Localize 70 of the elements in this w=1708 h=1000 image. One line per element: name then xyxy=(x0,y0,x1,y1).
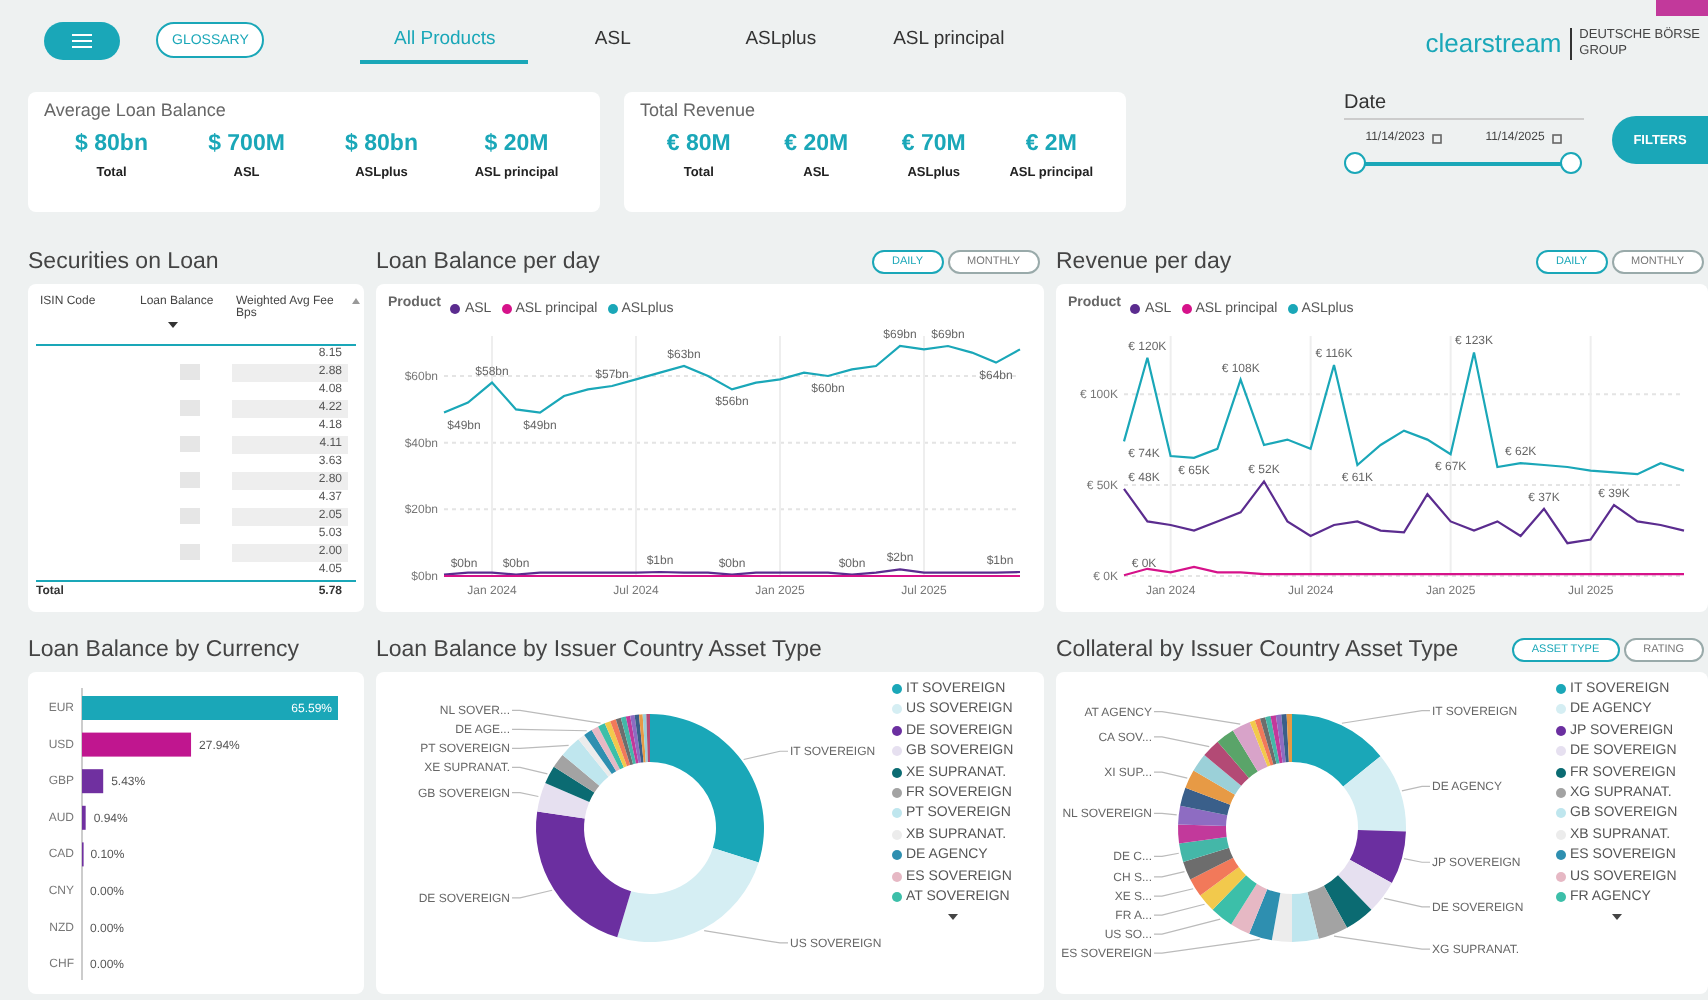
donut-slice xyxy=(1343,756,1406,832)
slider-thumb[interactable] xyxy=(1560,152,1582,174)
kpi-value: $ 700M xyxy=(208,132,285,156)
kpi-value: € 70M xyxy=(901,132,966,156)
leader-line xyxy=(1153,852,1180,857)
leader-line xyxy=(511,728,588,732)
calendar-icon xyxy=(1432,133,1443,143)
panel-title: Loan Balance by Issuer Country Asset Type xyxy=(376,638,822,662)
menu-button[interactable] xyxy=(44,21,120,59)
masked-cell xyxy=(180,364,200,380)
leader-line xyxy=(1153,938,1261,954)
card-title: Total Revenue xyxy=(640,100,758,120)
kpi-value: $ 20M xyxy=(484,132,549,156)
kpi-value: $ 80bn xyxy=(75,132,148,156)
donut-slice xyxy=(1338,859,1392,910)
leader-line xyxy=(511,709,602,724)
panel-title: Loan Balance per day xyxy=(376,250,600,274)
donut-slice xyxy=(1193,755,1242,795)
panel-title: Securities on Loan xyxy=(28,250,219,274)
leader-line xyxy=(1401,785,1431,792)
masked-cell xyxy=(180,508,200,524)
tab[interactable]: ASLplus xyxy=(696,16,865,64)
calendar-icon xyxy=(1552,133,1563,143)
leader-line xyxy=(1153,888,1194,897)
leader-line xyxy=(511,766,548,775)
masked-cell xyxy=(180,544,200,560)
leader-line xyxy=(703,930,789,944)
date-range-slider[interactable] xyxy=(1344,152,1584,176)
card-title: Average Loan Balance xyxy=(44,100,228,120)
leader-line xyxy=(511,792,539,798)
scroll-down-icon xyxy=(1611,914,1622,921)
leader-line xyxy=(1153,736,1210,748)
leader-line xyxy=(1383,897,1431,908)
leader-line xyxy=(743,750,789,761)
donut-slice xyxy=(1323,875,1372,928)
kpi-value: $ 80bn xyxy=(345,132,418,156)
masked-cell xyxy=(180,400,200,416)
menu-icon xyxy=(72,33,92,47)
scroll-down-icon xyxy=(947,914,958,921)
panel-title: Revenue per day xyxy=(1056,250,1232,274)
leader-line xyxy=(1153,871,1186,878)
kpi-value: € 80M xyxy=(666,132,731,156)
brand-logo: clearstream xyxy=(1425,28,1572,60)
leader-line xyxy=(1341,710,1431,724)
leader-line xyxy=(1153,771,1188,779)
masked-cell xyxy=(180,472,200,488)
corner-marker xyxy=(1656,0,1708,16)
donut-slice xyxy=(1231,883,1268,934)
leader-line xyxy=(511,744,570,749)
leader-line xyxy=(1403,858,1431,863)
masked-cell xyxy=(180,436,200,452)
kpi-value: € 20M xyxy=(784,132,849,156)
panel-title: Loan Balance by Currency xyxy=(28,638,300,662)
sort-caret-icon xyxy=(168,322,178,328)
leader-line xyxy=(511,889,553,899)
tab[interactable]: All Products xyxy=(360,16,529,64)
tab[interactable]: ASL principal xyxy=(864,16,1033,64)
panel-title: Collateral by Issuer Country Asset Type xyxy=(1056,638,1459,662)
donut-slice xyxy=(1200,867,1246,910)
leader-line xyxy=(1153,918,1221,935)
tab[interactable]: ASL xyxy=(528,16,697,64)
kpi-value: € 2M xyxy=(1025,132,1077,156)
donut-slice xyxy=(1178,824,1227,844)
donut-slice xyxy=(1349,829,1406,884)
leader-line xyxy=(1333,935,1431,950)
slider-thumb[interactable] xyxy=(1344,152,1366,174)
leader-line xyxy=(1153,812,1178,816)
leader-line xyxy=(1153,711,1241,725)
scroll-up-icon xyxy=(352,298,360,304)
date-label: Date xyxy=(1344,92,1584,120)
